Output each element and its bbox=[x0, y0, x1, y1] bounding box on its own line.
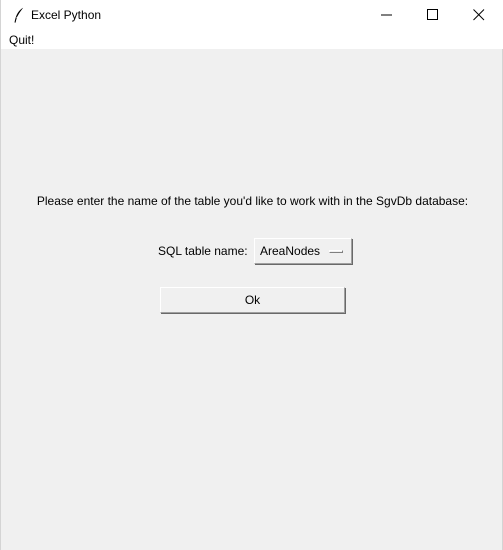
table-name-label: SQL table name: bbox=[158, 244, 248, 258]
minimize-icon bbox=[381, 14, 392, 16]
minimize-button[interactable] bbox=[364, 0, 410, 30]
maximize-button[interactable] bbox=[410, 0, 456, 30]
table-name-selected-value: AreaNodes bbox=[260, 244, 321, 258]
instruction-text: Please enter the name of the table you'd… bbox=[36, 194, 469, 208]
close-icon bbox=[473, 9, 485, 21]
table-name-select[interactable]: AreaNodes bbox=[254, 238, 352, 264]
close-button[interactable] bbox=[456, 0, 502, 30]
ok-button[interactable]: Ok bbox=[160, 287, 345, 313]
menu-bar: Quit! bbox=[1, 30, 503, 49]
option-menu-indicator-icon bbox=[329, 250, 343, 253]
window-title: Excel Python bbox=[31, 8, 102, 22]
menu-item-quit[interactable]: Quit! bbox=[9, 33, 34, 47]
app-window: Excel Python Quit! Please enter the name… bbox=[0, 0, 503, 550]
feather-icon bbox=[13, 7, 25, 23]
title-bar[interactable]: Excel Python bbox=[1, 0, 503, 30]
maximize-icon bbox=[427, 9, 438, 20]
